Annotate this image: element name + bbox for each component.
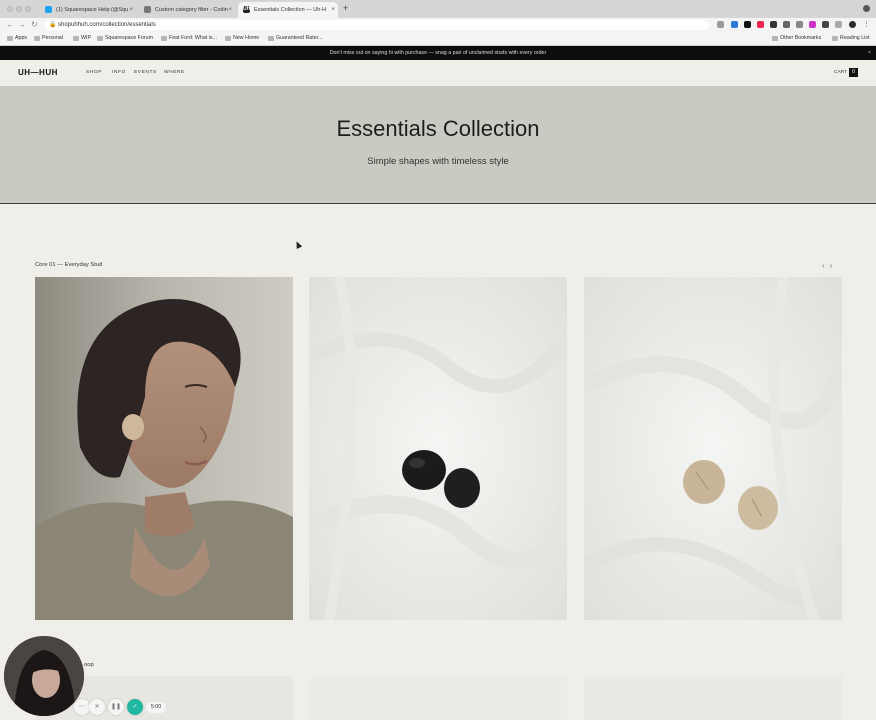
extension-icon[interactable] — [770, 21, 777, 28]
nav-where[interactable]: WHERE — [164, 70, 185, 75]
finish-recording-icon[interactable]: ✓ — [127, 699, 143, 715]
cart-link[interactable]: CART — [834, 70, 847, 75]
announcement-bar: Don't miss out on saying hi with purchas… — [0, 46, 876, 60]
cancel-recording-icon[interactable]: ✕ — [89, 699, 105, 715]
url-text: shopuhhuh.com/collection/essentials — [58, 22, 156, 28]
bookmark-squarespace-forum[interactable]: Squarespace Forum — [97, 32, 153, 45]
product-image[interactable] — [584, 676, 842, 720]
browser-chrome: (1) Squarespace Help (@Squ × Custom cate… — [0, 0, 876, 46]
maximize-window-icon[interactable] — [25, 6, 31, 12]
chevron-right-icon[interactable]: › — [830, 261, 838, 270]
collection-hero: Essentials Collection Simple shapes with… — [0, 86, 876, 204]
minimize-window-icon[interactable] — [16, 6, 22, 12]
product-image-black-studs[interactable] — [309, 277, 567, 620]
product-image[interactable] — [309, 676, 567, 720]
extension-icon[interactable] — [717, 21, 724, 28]
page-subtitle: Simple shapes with timeless style — [367, 156, 509, 167]
bookmark-guaranteed-rater[interactable]: Guaranteed Rater... — [268, 32, 323, 45]
bookmark-apps[interactable]: Apps — [7, 32, 27, 45]
section-title: oop — [84, 662, 94, 668]
product-image-tan-studs[interactable] — [584, 277, 842, 620]
nav-events[interactable]: EVENTS — [134, 70, 157, 75]
tab-essentials-collection[interactable]: UH Essentials Collection — Uh-H × — [238, 2, 338, 18]
reload-icon[interactable]: ↻ — [31, 20, 38, 29]
tab-title: Essentials Collection — Uh-H — [254, 7, 327, 13]
back-icon[interactable]: ← — [6, 20, 14, 29]
more-icon[interactable]: ⋮ — [863, 21, 870, 28]
close-window-icon[interactable] — [7, 6, 13, 12]
recording-timer: 5:00 — [146, 702, 166, 713]
announcement-text: Don't miss out on saying hi with purchas… — [329, 50, 547, 56]
extension-icon[interactable] — [783, 21, 790, 28]
tab-custom-category-filter[interactable]: Custom category filter - Codin × — [139, 2, 235, 18]
chevron-left-icon[interactable]: ‹ — [822, 261, 830, 270]
page-title: Essentials Collection — [336, 116, 540, 141]
close-tab-icon[interactable]: × — [129, 2, 133, 18]
close-tab-icon[interactable]: × — [228, 2, 232, 18]
drag-handle-icon[interactable]: ⋯ — [74, 699, 90, 715]
product-image-model[interactable] — [35, 277, 293, 620]
bookmark-feat-ford[interactable]: Feat Ford: What is... — [161, 32, 217, 45]
puzzle-icon[interactable] — [822, 21, 829, 28]
bookmark-reading-list[interactable]: Reading List — [832, 32, 869, 45]
webcam-bubble[interactable] — [4, 636, 84, 716]
tab-title: Custom category filter - Codin — [155, 7, 228, 13]
pause-icon[interactable]: ❚❚ — [108, 699, 124, 715]
extension-icon[interactable] — [809, 21, 816, 28]
nav-info[interactable]: INFO — [112, 70, 126, 75]
bookmark-new-home[interactable]: New Home — [225, 32, 259, 45]
tab-bar: (1) Squarespace Help (@Squ × Custom cate… — [0, 0, 876, 18]
bookmark-wip[interactable]: WIP — [73, 32, 91, 45]
nav-shop[interactable]: SHOP — [86, 70, 102, 75]
section-title: Core 01 — Everyday Stud — [35, 262, 103, 268]
lock-icon: 🔒 — [49, 22, 57, 28]
profile-icon[interactable] — [863, 5, 870, 12]
bookmark-other-bookmarks[interactable]: Other Bookmarks — [772, 32, 821, 45]
bookmark-personal[interactable]: Personal — [34, 32, 63, 45]
avatar[interactable] — [849, 21, 856, 28]
bookmarks-bar: Apps Personal WIP Squarespace Forum Feat… — [0, 32, 876, 46]
tab-squarespace-help[interactable]: (1) Squarespace Help (@Squ × — [40, 2, 136, 18]
forward-icon[interactable]: → — [18, 20, 26, 29]
reading-list-icon[interactable] — [835, 21, 842, 28]
address-bar[interactable]: 🔒 shopuhhuh.com/collection/essentials — [44, 20, 709, 30]
extension-icon[interactable] — [796, 21, 803, 28]
cart-count-badge[interactable]: 0 — [849, 68, 858, 77]
address-row: ← → ↻ 🔒 shopuhhuh.com/collection/essenti… — [0, 18, 876, 32]
bird-icon — [45, 6, 52, 13]
extension-icon[interactable] — [744, 21, 751, 28]
close-tab-icon[interactable]: × — [331, 2, 335, 18]
gear-icon — [144, 6, 151, 13]
tab-title: (1) Squarespace Help (@Squ — [56, 7, 129, 13]
extension-icon[interactable] — [731, 21, 738, 28]
carousel-arrows: ‹› — [822, 261, 837, 270]
extension-icon[interactable] — [757, 21, 764, 28]
close-icon[interactable]: × — [868, 46, 871, 60]
mouse-cursor-icon — [293, 240, 303, 249]
site-logo[interactable]: UH—HUH — [18, 68, 58, 77]
uh-huh-favicon: UH — [243, 6, 251, 13]
site-header: UH—HUH SHOP INFO EVENTS WHERE CART 0 — [0, 60, 876, 86]
new-tab-icon[interactable]: + — [343, 3, 348, 13]
